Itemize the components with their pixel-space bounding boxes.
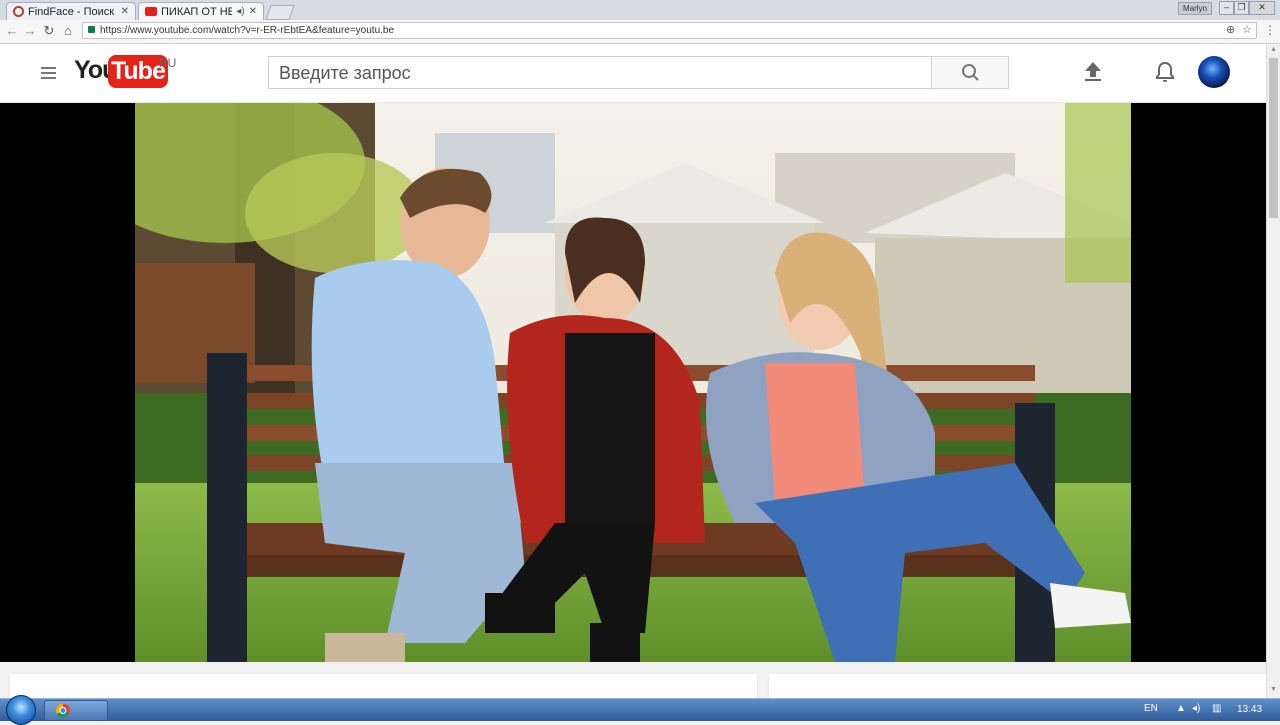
restore-icon[interactable]: ❐ <box>1234 1 1249 15</box>
page-scrollbar[interactable]: ▲ ▼ <box>1266 44 1280 698</box>
bell-icon <box>1156 61 1174 82</box>
browser-toolbar: ← → ↻ ⌂ https://www.youtube.com/watch?v=… <box>0 20 1280 44</box>
search-button[interactable] <box>931 56 1009 89</box>
back-icon[interactable]: ← <box>4 23 20 39</box>
chrome-icon <box>56 703 70 718</box>
tab-title: FindFace - Поиск <box>28 5 115 18</box>
tab-findface[interactable]: FindFace - Поиск ✕ <box>6 2 136 20</box>
lock-icon <box>88 26 95 33</box>
speaker-icon[interactable]: ◂) <box>236 6 244 17</box>
start-button[interactable] <box>6 695 36 725</box>
scroll-down-icon[interactable]: ▼ <box>1270 686 1277 693</box>
youtube-masthead: You Tube RU <box>0 44 1266 103</box>
url-text: https://www.youtube.com/watch?v=r-ER-rEb… <box>100 25 395 36</box>
home-icon[interactable]: ⌂ <box>60 23 76 39</box>
youtube-favicon-icon <box>145 7 157 16</box>
windows-taskbar: EN ▲ ◂) ▥ 13:43 <box>0 695 1280 725</box>
taskbar-clock[interactable]: 13:43 <box>1237 704 1262 715</box>
tab-title: ПИКАП ОТ НЕУВ <box>161 5 233 18</box>
video-player[interactable] <box>0 103 1266 662</box>
language-indicator[interactable]: EN <box>1144 703 1158 714</box>
scroll-thumb[interactable] <box>1269 58 1278 218</box>
avatar[interactable] <box>1198 56 1230 88</box>
address-bar[interactable]: https://www.youtube.com/watch?v=r-ER-rEb… <box>82 22 1257 39</box>
search-icon <box>962 64 979 81</box>
tab-youtube-video[interactable]: ПИКАП ОТ НЕУВ ◂) ✕ <box>138 2 264 20</box>
window-user-badge[interactable]: Marlyn <box>1178 2 1213 15</box>
upload-icon <box>1085 62 1101 81</box>
video-frame <box>135 103 1131 662</box>
volume-icon[interactable]: ◂) <box>1192 703 1200 714</box>
close-icon[interactable]: ✕ <box>121 6 129 17</box>
bookmark-star-icon[interactable]: ☆ <box>1242 23 1252 38</box>
close-icon[interactable]: ✕ <box>249 6 257 17</box>
minimize-icon[interactable]: – <box>1219 1 1234 15</box>
browser-tab-strip: FindFace - Поиск ✕ ПИКАП ОТ НЕУВ ◂) ✕ Ma… <box>0 0 1280 21</box>
hamburger-menu-icon[interactable] <box>41 67 56 82</box>
close-window-icon[interactable]: ✕ <box>1249 1 1275 15</box>
upload-button[interactable] <box>1082 60 1104 87</box>
reload-icon[interactable]: ↻ <box>41 23 57 39</box>
forward-icon[interactable]: → <box>22 23 38 39</box>
search-box <box>268 56 932 90</box>
findface-favicon-icon <box>13 6 24 17</box>
zoom-icon[interactable]: ⊕ <box>1226 23 1235 38</box>
network-icon[interactable]: ▥ <box>1212 703 1221 714</box>
tray-arrow-icon[interactable]: ▲ <box>1176 703 1186 714</box>
region-label: RU <box>159 56 177 70</box>
taskbar-chrome-button[interactable] <box>44 700 108 721</box>
browser-menu-icon[interactable]: ⋮ <box>1264 23 1276 37</box>
scroll-up-icon[interactable]: ▲ <box>1270 46 1277 53</box>
below-player-area <box>0 662 1266 704</box>
new-tab-button[interactable] <box>265 5 295 20</box>
search-input[interactable] <box>277 57 921 90</box>
video-scene <box>135 103 1131 662</box>
notifications-button[interactable] <box>1153 60 1177 89</box>
